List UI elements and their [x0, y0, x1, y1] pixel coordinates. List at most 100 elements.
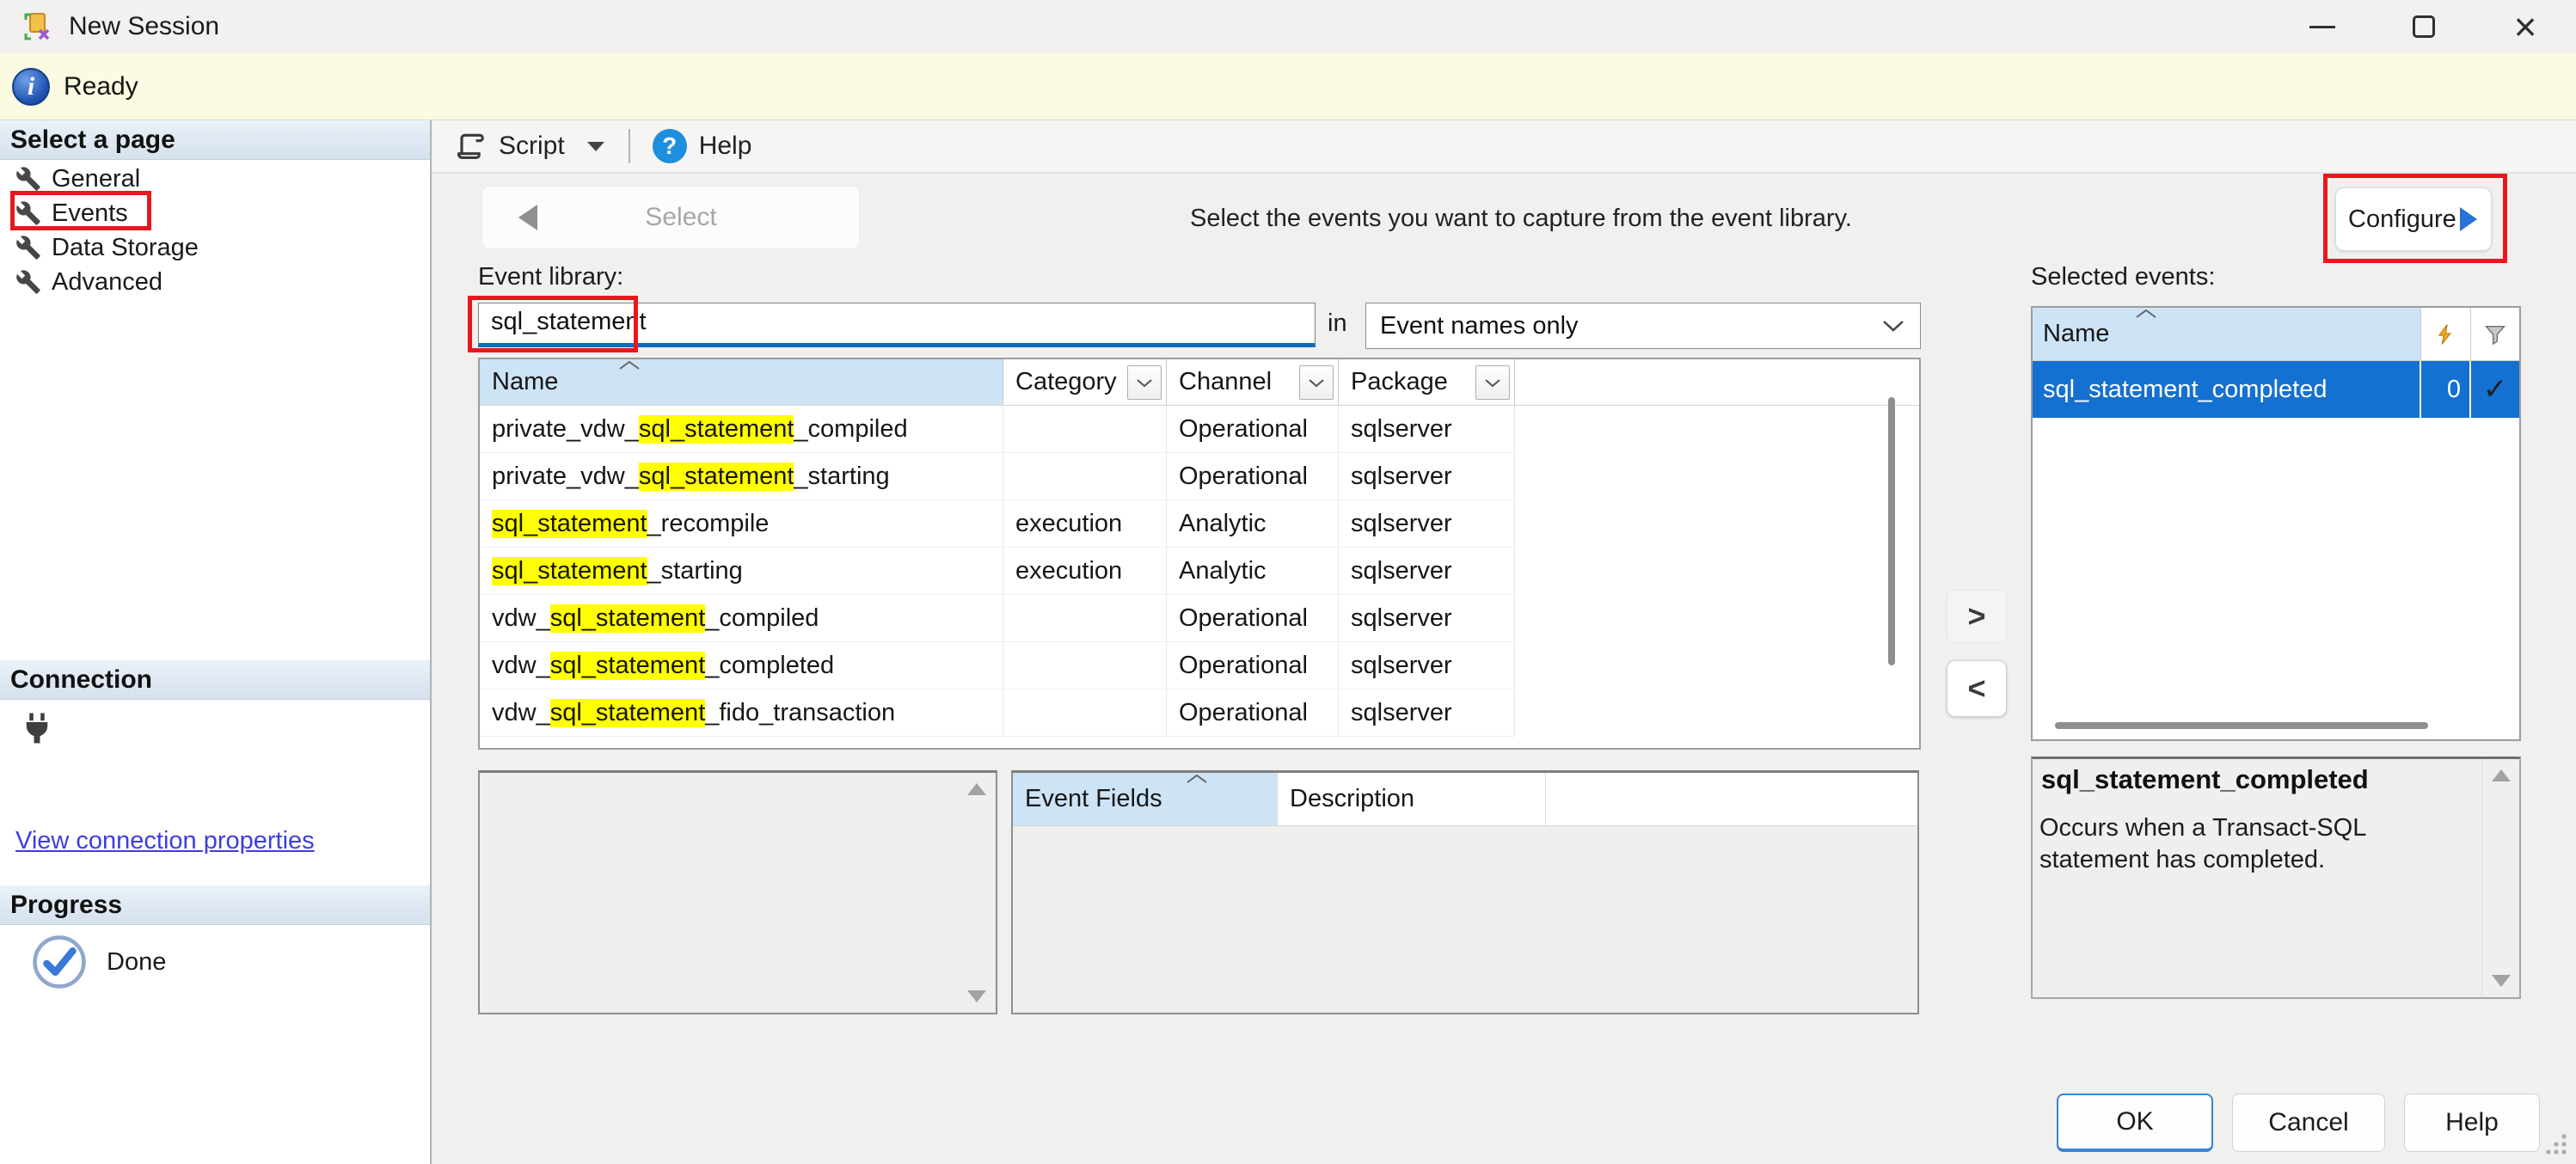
table-row[interactable]: private_vdw_sql_statement_starting Opera… [480, 453, 1919, 500]
event-library-search-input[interactable]: sql_statement [478, 303, 1316, 347]
event-channel-cell[interactable]: Operational [1167, 642, 1339, 689]
event-filler-cell [1515, 500, 1919, 548]
maximize-icon [2413, 15, 2435, 38]
event-category-cell[interactable]: execution [1003, 548, 1167, 595]
help-toolbar-button[interactable]: Help [699, 132, 752, 161]
column-label: Channel [1179, 368, 1272, 396]
sidebar-item-advanced[interactable]: Advanced [0, 265, 430, 299]
cancel-button[interactable]: Cancel [2232, 1094, 2385, 1152]
sidebar-item-events[interactable]: Events [0, 196, 430, 230]
script-dropdown-icon[interactable] [587, 142, 604, 151]
scroll-up-icon[interactable] [967, 783, 986, 795]
resize-grip[interactable] [2542, 1130, 2569, 1157]
event-description-title: sql_statement_completed [2041, 764, 2369, 795]
event-name-cell[interactable]: sql_statement_starting [480, 548, 1003, 595]
event-description-panel: sql_statement_completed Occurs when a Tr… [2031, 757, 2521, 999]
status-text: Ready [64, 72, 138, 101]
selected-column-name[interactable]: Name [2033, 308, 2421, 360]
event-channel-cell[interactable]: Operational [1167, 689, 1339, 737]
in-label: in [1328, 309, 1347, 338]
close-button[interactable]: × [2475, 0, 2576, 53]
selected-events-table: Name sql_statement_completed 0 ✓ [2031, 306, 2521, 741]
event-package-cell[interactable]: sqlserver [1339, 406, 1515, 453]
sidebar-item-data-storage[interactable]: Data Storage [0, 230, 430, 265]
event-package-cell[interactable]: sqlserver [1339, 453, 1515, 500]
table-row[interactable]: vdw_sql_statement_completed Operational … [480, 642, 1919, 689]
event-package-cell[interactable]: sqlserver [1339, 500, 1515, 548]
column-label: Category [1015, 368, 1117, 396]
description-scrollbar[interactable] [2481, 759, 2519, 997]
event-name-cell[interactable]: private_vdw_sql_statement_starting [480, 453, 1003, 500]
event-name-cell[interactable]: vdw_sql_statement_fido_transaction [480, 689, 1003, 737]
table-row[interactable]: sql_statement_recompile execution Analyt… [480, 500, 1919, 548]
sidebar-item-general[interactable]: General [0, 162, 430, 196]
category-filter-dropdown[interactable] [1127, 365, 1162, 400]
selected-event-filter-check[interactable]: ✓ [2471, 361, 2519, 418]
event-category-cell[interactable]: execution [1003, 500, 1167, 548]
script-button[interactable]: Script [499, 132, 565, 161]
package-filter-dropdown[interactable] [1475, 365, 1510, 400]
event-channel-cell[interactable]: Analytic [1167, 548, 1339, 595]
horizontal-scrollbar-thumb[interactable] [2055, 722, 2428, 729]
event-category-cell[interactable] [1003, 595, 1167, 642]
selected-event-action-count[interactable]: 0 [2421, 361, 2471, 418]
channel-filter-dropdown[interactable] [1299, 365, 1334, 400]
event-table-header: Name Category Channel Package [480, 359, 1919, 406]
column-header-description[interactable]: Description [1278, 773, 1546, 825]
event-name-cell[interactable]: sql_statement_recompile [480, 500, 1003, 548]
event-name-cell[interactable]: vdw_sql_statement_completed [480, 642, 1003, 689]
event-name-cell[interactable]: vdw_sql_statement_compiled [480, 595, 1003, 642]
scroll-up-icon[interactable] [2492, 769, 2511, 781]
session-icon [22, 11, 53, 42]
event-category-cell[interactable] [1003, 689, 1167, 737]
event-category-cell[interactable] [1003, 453, 1167, 500]
event-category-cell[interactable] [1003, 406, 1167, 453]
column-header-package[interactable]: Package [1339, 359, 1515, 405]
maximize-button[interactable] [2373, 0, 2475, 53]
selected-column-filter[interactable] [2471, 308, 2519, 360]
table-row[interactable]: vdw_sql_statement_fido_transaction Opera… [480, 689, 1919, 737]
column-label: Name [2043, 320, 2109, 348]
progress-status-label: Done [107, 948, 166, 977]
event-channel-cell[interactable]: Operational [1167, 453, 1339, 500]
event-channel-cell[interactable]: Operational [1167, 595, 1339, 642]
ok-button[interactable]: OK [2057, 1094, 2213, 1152]
selected-event-name[interactable]: sql_statement_completed [2033, 361, 2421, 418]
event-name-cell[interactable]: private_vdw_sql_statement_compiled [480, 406, 1003, 453]
vertical-scrollbar-thumb[interactable] [1888, 397, 1895, 665]
remove-event-button[interactable]: < [1947, 660, 2007, 717]
selected-column-actions[interactable] [2421, 308, 2471, 360]
event-category-cell[interactable] [1003, 642, 1167, 689]
event-package-cell[interactable]: sqlserver [1339, 548, 1515, 595]
select-a-page-header: Select a page [0, 120, 430, 160]
select-nav-button[interactable]: Select [481, 186, 860, 249]
event-package-cell[interactable]: sqlserver [1339, 642, 1515, 689]
minimize-button[interactable] [2272, 0, 2373, 53]
event-channel-cell[interactable]: Analytic [1167, 500, 1339, 548]
event-table-body: private_vdw_sql_statement_compiled Opera… [480, 406, 1919, 737]
configure-button[interactable]: Configure [2335, 187, 2492, 251]
scroll-down-icon[interactable] [967, 990, 986, 1002]
wrench-icon [15, 200, 41, 226]
add-event-button[interactable]: > [1947, 590, 2007, 643]
event-package-cell[interactable]: sqlserver [1339, 689, 1515, 737]
view-connection-properties-link[interactable]: View connection properties [15, 827, 315, 855]
column-header-category[interactable]: Category [1003, 359, 1167, 405]
column-header-event-fields[interactable]: Event Fields [1013, 773, 1278, 825]
table-row[interactable]: sql_statement_starting execution Analyti… [480, 548, 1919, 595]
search-scope-select[interactable]: Event names only [1365, 303, 1921, 349]
scroll-down-icon[interactable] [2492, 975, 2511, 987]
selected-event-row[interactable]: sql_statement_completed 0 ✓ [2033, 361, 2519, 418]
column-header-channel[interactable]: Channel [1167, 359, 1339, 405]
column-header-name[interactable]: Name [480, 359, 1003, 405]
table-row[interactable]: private_vdw_sql_statement_compiled Opera… [480, 406, 1919, 453]
field-description-scrollbar[interactable] [958, 773, 996, 1013]
table-row[interactable]: vdw_sql_statement_compiled Operational s… [480, 595, 1919, 642]
help-button[interactable]: Help [2404, 1094, 2540, 1152]
event-package-cell[interactable]: sqlserver [1339, 595, 1515, 642]
window-title: New Session [69, 12, 219, 41]
selected-events-label: Selected events: [2031, 263, 2215, 291]
event-filler-cell [1515, 642, 1919, 689]
sort-ascending-icon [617, 359, 641, 371]
event-channel-cell[interactable]: Operational [1167, 406, 1339, 453]
